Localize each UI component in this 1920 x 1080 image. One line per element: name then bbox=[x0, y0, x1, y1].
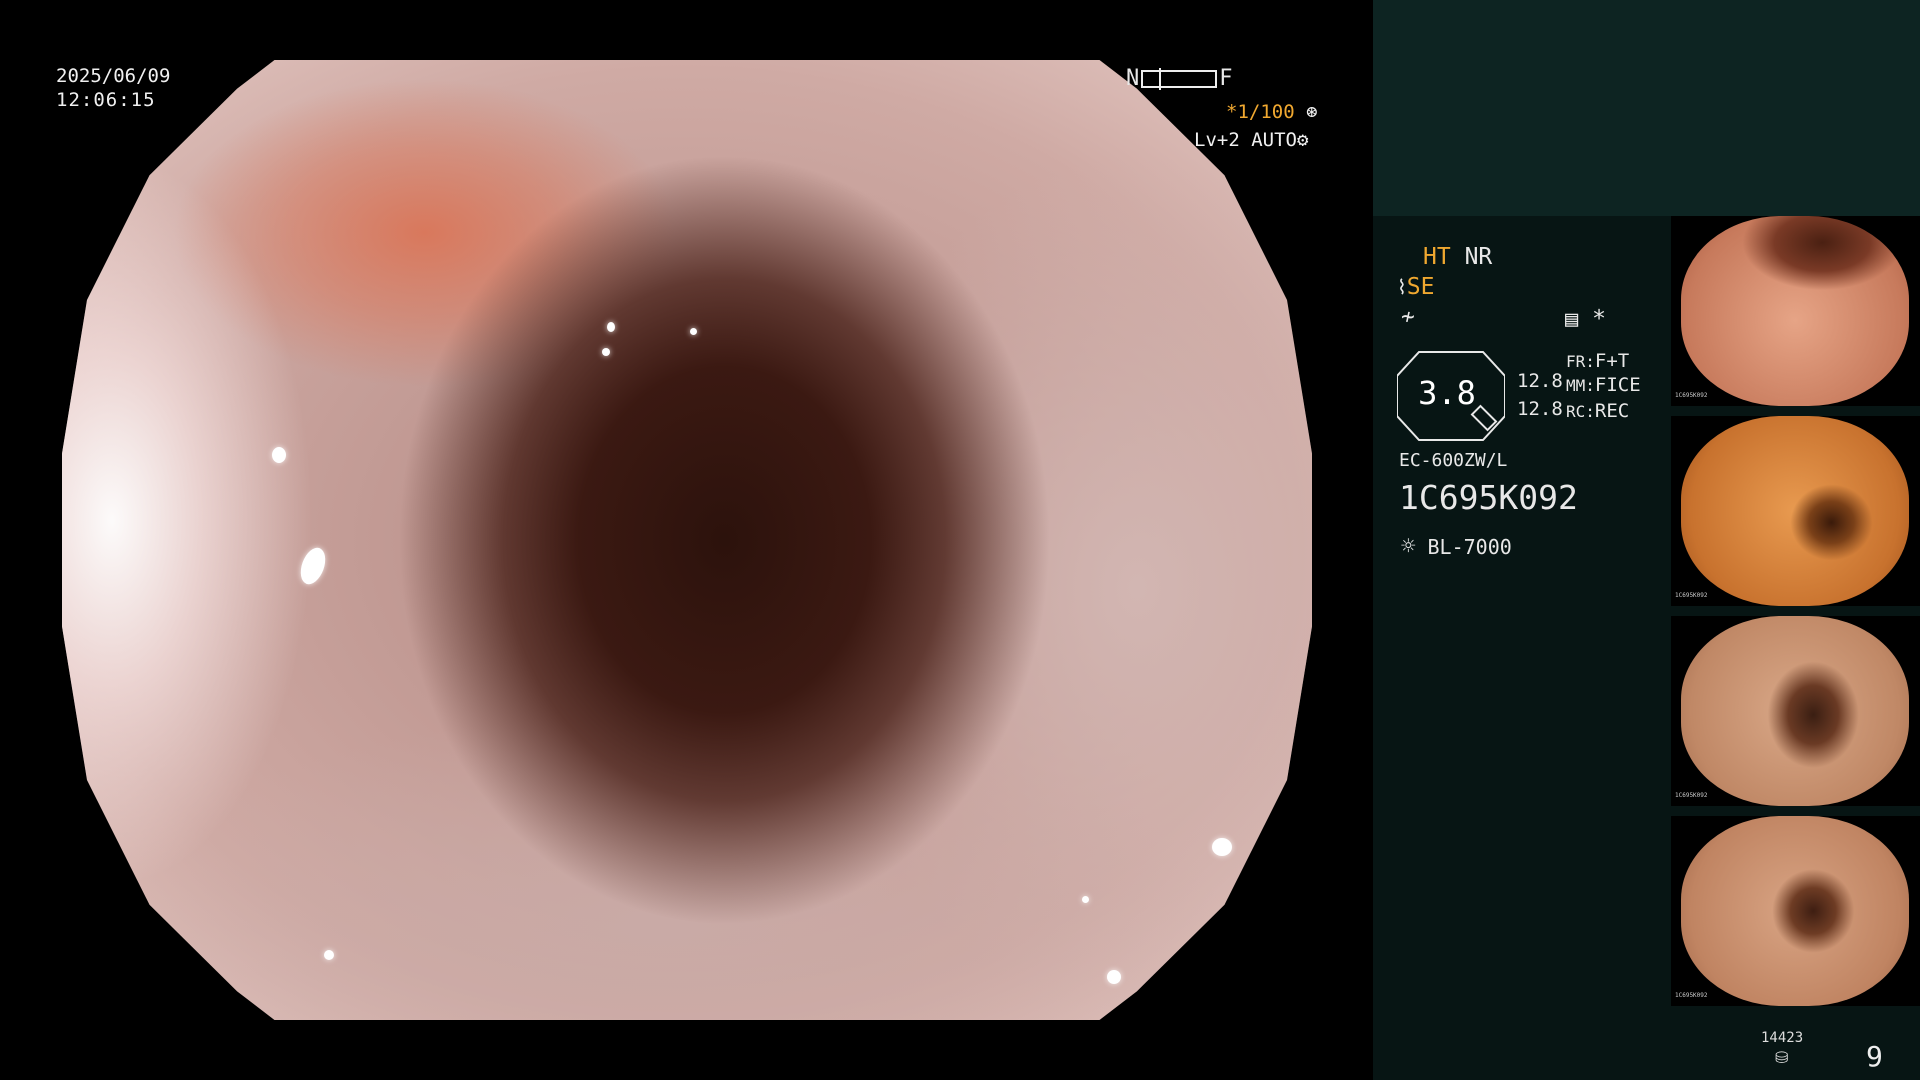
specular-highlight bbox=[296, 544, 330, 588]
se-flag: SE bbox=[1406, 274, 1435, 300]
mm-value: FICE bbox=[1594, 374, 1641, 396]
shutter-speed: *1/100 bbox=[1226, 101, 1295, 123]
zoom-indicator: 3.8 bbox=[1397, 350, 1505, 441]
specular-highlight bbox=[324, 950, 334, 960]
specular-highlight bbox=[1082, 896, 1089, 903]
exam-date: 2025/06/09 bbox=[56, 65, 171, 87]
thumbnail-image bbox=[1681, 416, 1909, 606]
thumbnail[interactable]: 1C695K092 bbox=[1671, 216, 1920, 406]
thumbnail[interactable]: 1C695K092 bbox=[1671, 616, 1920, 806]
focus-scale-bar bbox=[1141, 67, 1218, 90]
near-far-focus-indicator: N F bbox=[1126, 66, 1233, 91]
specular-highlight bbox=[1107, 970, 1121, 984]
light-source-row: ☼ BL-7000 bbox=[1401, 532, 1512, 560]
image-count: 9 bbox=[1866, 1040, 1883, 1073]
specular-highlight bbox=[602, 348, 610, 356]
scope-serial: 1C695K092 bbox=[1399, 478, 1578, 517]
thumbnail[interactable]: 1C695K092 bbox=[1671, 816, 1920, 1006]
light-source-model: BL-7000 bbox=[1427, 535, 1512, 559]
mm-label: MM: bbox=[1566, 376, 1595, 395]
thumbnail-image bbox=[1681, 216, 1909, 406]
processing-flags: HT NR bbox=[1423, 244, 1492, 270]
fps-value-1: 12.8 bbox=[1517, 370, 1563, 392]
specular-highlight bbox=[1212, 838, 1232, 856]
exam-time: 12:06:15 bbox=[56, 89, 156, 111]
thumbnail[interactable]: 1C695K092 bbox=[1671, 416, 1920, 606]
thumbnail-label: 1C695K092 bbox=[1675, 392, 1708, 399]
fr-setting: FR:F+T bbox=[1566, 350, 1629, 372]
rc-label: RC: bbox=[1566, 402, 1595, 421]
se-row: ⌇SE bbox=[1397, 274, 1434, 300]
scope-model: EC-600ZW/L bbox=[1399, 450, 1508, 471]
thumbnail-label: 1C695K092 bbox=[1675, 592, 1708, 599]
fps-value-2: 12.8 bbox=[1517, 398, 1563, 420]
shutter-readout: *1/100 ⊛ bbox=[1226, 100, 1318, 124]
structure-enhance-icon: ⌇ bbox=[1397, 275, 1407, 299]
shutter-icon: ⊛ bbox=[1306, 101, 1318, 123]
thumbnail-label: 1C695K092 bbox=[1675, 792, 1708, 799]
specular-highlight bbox=[272, 447, 286, 463]
sun-icon: ☼ bbox=[1401, 532, 1416, 560]
disk-icon: ⛁ bbox=[1775, 1048, 1789, 1067]
exposure-readout: Lv+2 AUTO⚙ bbox=[1194, 128, 1308, 152]
fr-value: F+T bbox=[1594, 350, 1630, 372]
storage-counter: 14423 bbox=[1761, 1030, 1804, 1046]
near-label: N bbox=[1126, 66, 1140, 91]
light-level: Lv+2 bbox=[1194, 129, 1240, 151]
specular-highlight bbox=[607, 322, 615, 332]
nr-flag: NR bbox=[1464, 244, 1493, 270]
asterisk-flag: * bbox=[1592, 306, 1606, 332]
rc-setting: RC:REC bbox=[1566, 400, 1629, 422]
endoscope-main-view: 2025/06/09 12:06:15 N F *1/100 ⊛ Lv+2 AU… bbox=[0, 0, 1373, 1080]
settings-panel-icon: ▤ bbox=[1565, 307, 1579, 332]
ht-flag: HT bbox=[1423, 244, 1451, 270]
exposure-mode: AUTO bbox=[1251, 129, 1297, 151]
panel-header-area bbox=[1373, 0, 1920, 216]
color-enhance-icon: ≁ bbox=[1401, 304, 1415, 330]
info-panel: HT NR ⌇SE ≁ ▤ * 3.8 12.8 12.8 FR:F+T MM:… bbox=[1373, 0, 1920, 1080]
thumbnail-image bbox=[1681, 816, 1909, 1006]
mm-setting: MM:FICE bbox=[1566, 374, 1641, 396]
zoom-value: 3.8 bbox=[1418, 374, 1476, 412]
fr-label: FR: bbox=[1566, 352, 1595, 371]
far-label: F bbox=[1219, 66, 1233, 91]
rc-value: REC bbox=[1594, 400, 1630, 422]
thumbnail-image bbox=[1681, 616, 1909, 806]
status-icons: ▤ * bbox=[1565, 306, 1606, 332]
specular-highlight bbox=[690, 328, 697, 335]
endoscopic-image bbox=[62, 60, 1312, 1020]
gear-icon: ⚙ bbox=[1296, 129, 1309, 151]
thumbnail-label: 1C695K092 bbox=[1675, 992, 1708, 999]
